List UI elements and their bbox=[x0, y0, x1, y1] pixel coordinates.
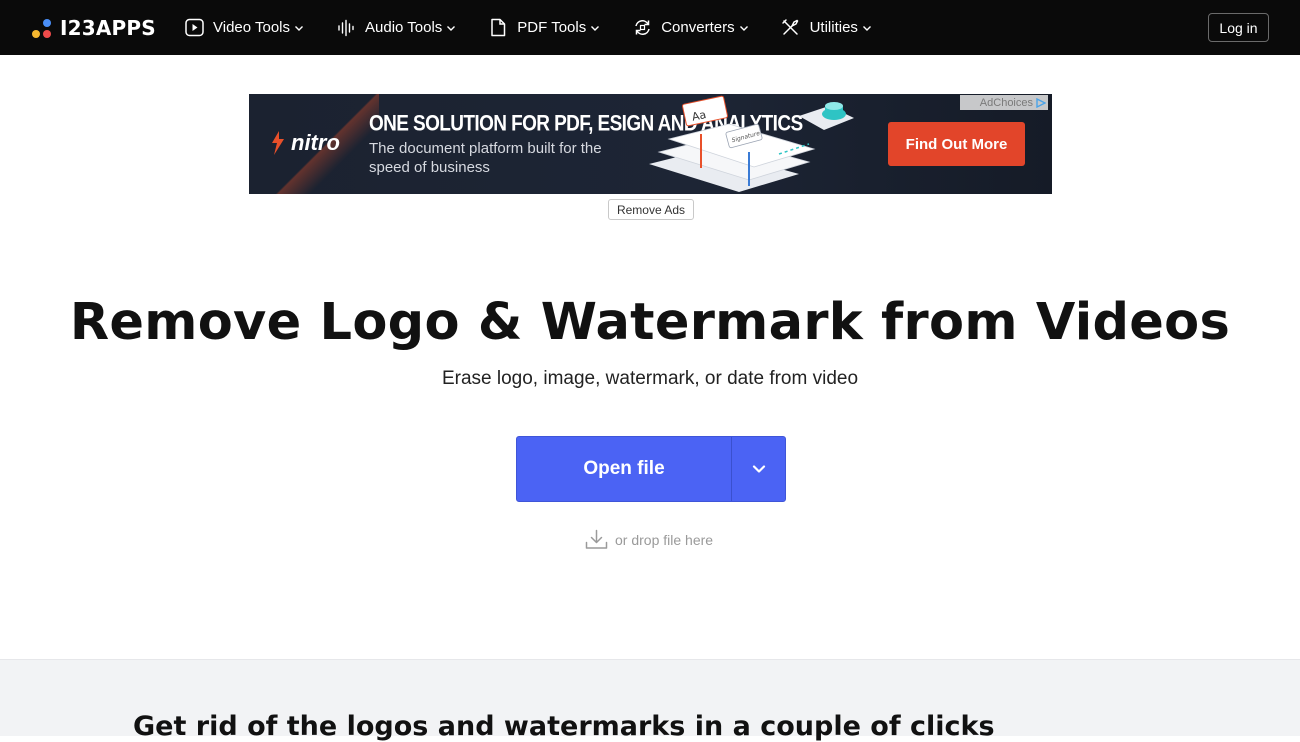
nav-item-label: PDF Tools bbox=[517, 19, 587, 36]
open-file-dropdown-button[interactable] bbox=[732, 437, 785, 501]
ad-brand-logo: nitro bbox=[269, 130, 340, 156]
page-subtitle: Erase logo, image, watermark, or date fr… bbox=[441, 368, 859, 389]
drop-hint-text: or drop file here bbox=[615, 531, 714, 548]
nav-item-utilities[interactable]: Utilities bbox=[781, 18, 872, 38]
chevron-down-icon bbox=[739, 25, 748, 31]
nav-item-converters[interactable]: Converters bbox=[632, 18, 748, 38]
top-nav-bar: I23APPS Video Tools Audio Tools PDF Tool… bbox=[0, 0, 1300, 55]
nav-item-audio-tools[interactable]: Audio Tools bbox=[336, 18, 456, 38]
features-section: Get rid of the logos and watermarks in a… bbox=[0, 659, 1300, 742]
nav-item-label: Converters bbox=[661, 19, 735, 36]
page-title: Remove Logo & Watermark from Videos bbox=[69, 293, 1231, 352]
drop-zone-hint: or drop file here bbox=[585, 529, 713, 550]
login-button[interactable]: Log in bbox=[1208, 13, 1269, 42]
ad-banner[interactable]: nitro ONE SOLUTION FOR PDF, ESIGN AND AN… bbox=[249, 94, 1052, 194]
open-file-control: Open file bbox=[516, 436, 786, 502]
ad-cta-button[interactable]: Find Out More bbox=[888, 122, 1025, 166]
brand-name: I23APPS bbox=[60, 15, 156, 40]
tools-icon bbox=[781, 18, 801, 38]
nitro-logo-icon bbox=[272, 131, 284, 155]
convert-icon bbox=[632, 18, 652, 38]
nav-item-label: Audio Tools bbox=[365, 19, 443, 36]
chevron-down-icon bbox=[862, 25, 871, 31]
ad-subtext: The document platform built for the spee… bbox=[369, 140, 602, 176]
ad-brand-name: nitro bbox=[291, 130, 340, 155]
ad-choices-badge[interactable]: AdChoices bbox=[959, 95, 1048, 110]
nav-item-label: Utilities bbox=[809, 19, 858, 36]
chevron-down-icon bbox=[591, 25, 600, 31]
section-title: Get rid of the logos and watermarks in a… bbox=[133, 711, 995, 742]
ad-choices-label: AdChoices bbox=[979, 96, 1033, 109]
main-nav: Video Tools Audio Tools PDF Tools Conver… bbox=[184, 0, 904, 55]
logo-dots-icon bbox=[32, 17, 54, 39]
audio-wave-icon bbox=[336, 18, 356, 38]
document-icon bbox=[488, 18, 508, 38]
chevron-down-icon bbox=[447, 25, 456, 31]
nav-item-label: Video Tools bbox=[213, 19, 291, 36]
play-icon bbox=[184, 18, 204, 38]
ad-illustration: Aa Signature bbox=[649, 95, 854, 192]
open-file-button[interactable]: Open file bbox=[517, 437, 731, 501]
nav-item-pdf-tools[interactable]: PDF Tools bbox=[488, 18, 600, 38]
nav-item-video-tools[interactable]: Video Tools bbox=[184, 18, 304, 38]
remove-ads-button[interactable]: Remove Ads bbox=[608, 199, 694, 220]
adchoices-icon bbox=[1036, 97, 1046, 108]
brand-logo[interactable]: I23APPS bbox=[32, 15, 156, 40]
chevron-down-icon bbox=[295, 25, 304, 31]
chevron-down-icon bbox=[752, 465, 765, 473]
download-icon bbox=[585, 529, 608, 549]
